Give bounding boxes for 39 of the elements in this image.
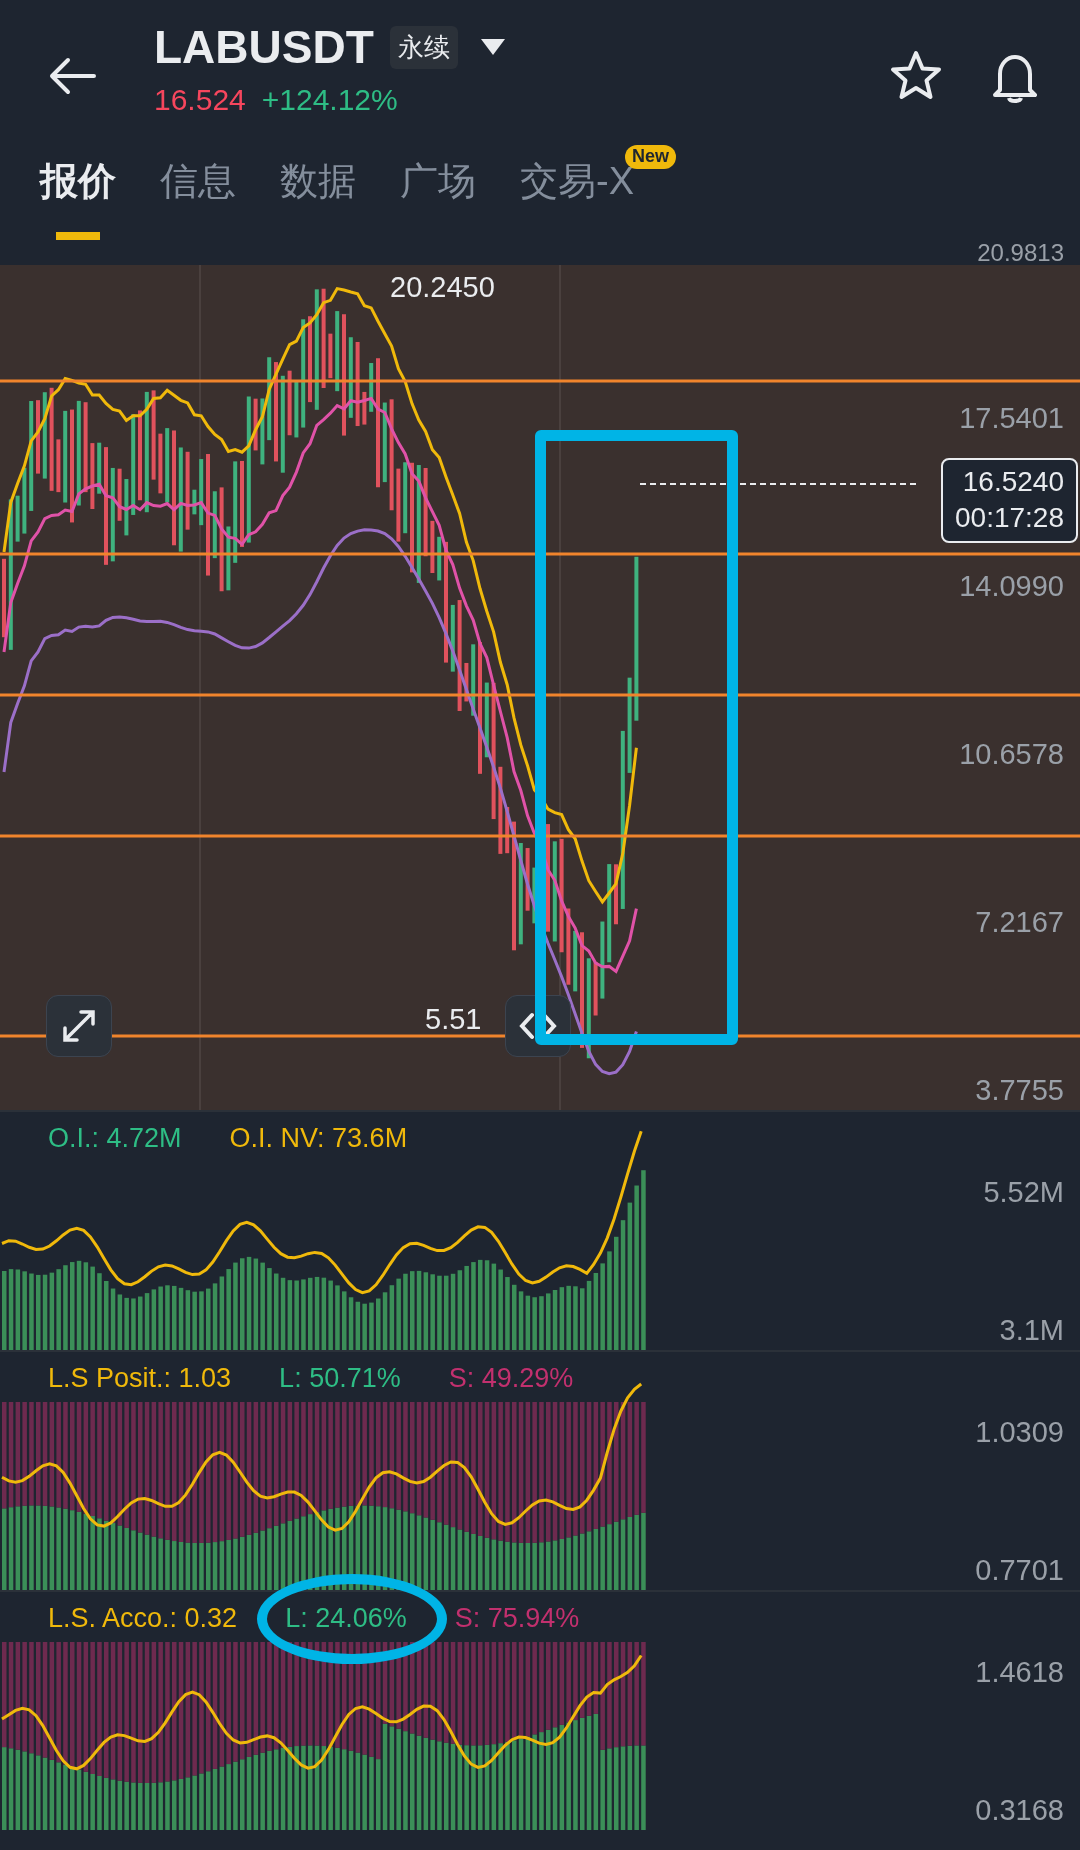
legend-value: S: 75.94% xyxy=(454,1604,580,1634)
legend-value: L.S. Acco.: 0.32 xyxy=(48,1604,238,1634)
legend-value: L: 50.71% xyxy=(279,1364,401,1394)
axis-label: 5.52M xyxy=(983,1177,1064,1207)
back-icon[interactable] xyxy=(48,56,98,96)
legend-value: O.I.: 4.72M xyxy=(48,1124,182,1154)
axis-label: 7.2167 xyxy=(975,907,1064,937)
tab[interactable]: 交易-X New xyxy=(520,145,676,240)
tab[interactable]: 数据 xyxy=(280,145,356,240)
axis-label: 10.6578 xyxy=(959,739,1064,769)
tab[interactable]: 信息 xyxy=(160,145,236,240)
axis-label: 20.9813 xyxy=(977,241,1064,265)
legend-value: O.I. NV: 73.6M xyxy=(229,1124,408,1154)
low-price-label: 5.51 xyxy=(425,1005,482,1034)
star-icon[interactable] xyxy=(890,50,942,100)
tab[interactable]: 广场 xyxy=(400,145,476,240)
axis-label: 1.0309 xyxy=(975,1417,1064,1447)
caret-down-icon[interactable] xyxy=(479,38,506,57)
axis-label: 14.0990 xyxy=(959,571,1064,601)
legend-value: L.S Posit.: 1.03 xyxy=(48,1364,232,1394)
tab[interactable]: 报价 xyxy=(40,145,116,240)
legend-value: L: 24.06% xyxy=(285,1604,407,1634)
axis-label: 1.4618 xyxy=(975,1657,1064,1687)
price-change: +124.12% xyxy=(261,81,398,118)
contract-badge: 永续 xyxy=(389,25,458,69)
axis-label: 3.7755 xyxy=(975,1075,1064,1105)
axis-label: 3.1M xyxy=(999,1315,1064,1345)
expand-button[interactable] xyxy=(46,995,112,1057)
left-right-chevron-icon xyxy=(518,1012,558,1040)
high-price-label: 20.2450 xyxy=(390,273,495,302)
expand-icon xyxy=(61,1008,97,1044)
candle-countdown: 00:17:28 xyxy=(955,501,1064,536)
axis-label: 0.7701 xyxy=(975,1555,1064,1585)
current-price: 16.5240 xyxy=(961,465,1064,499)
legend-value: S: 49.29% xyxy=(448,1364,574,1394)
symbol-title: LABUSDT xyxy=(154,22,374,73)
axis-label: 0.3168 xyxy=(975,1795,1064,1825)
axis-label: 17.5401 xyxy=(959,403,1064,433)
last-price: 16.524 xyxy=(154,81,246,118)
